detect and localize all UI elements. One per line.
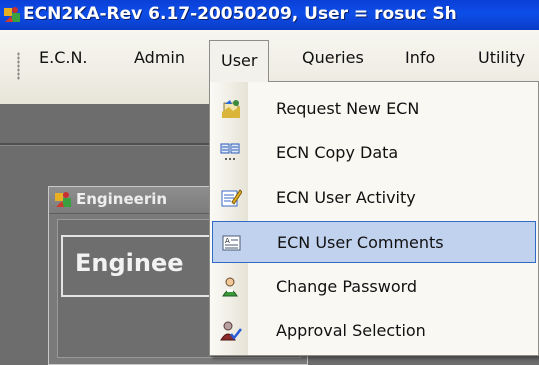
menu-item-change-password[interactable]: Change Password <box>212 266 536 308</box>
toolbar-grip[interactable] <box>17 52 20 80</box>
menu-item-ecn-user-activity[interactable]: ECN User Activity <box>212 177 536 219</box>
change-password-icon <box>222 277 238 297</box>
user-comments-icon: A <box>222 235 241 251</box>
menu-item-ecn-user-comments[interactable]: A ECN User Comments <box>212 221 536 263</box>
menu-item-ecn-copy-data[interactable]: ECN Copy Data <box>212 132 536 174</box>
menu-item-label: Approval Selection <box>276 321 426 340</box>
title-bar[interactable]: ECN2KA-Rev 6.17-20050209, User = rosuc S… <box>0 0 539 30</box>
menu-user[interactable]: User <box>209 40 270 82</box>
menu-info[interactable]: Info <box>405 38 435 78</box>
menu-item-request-new-ecn[interactable]: Request New ECN <box>212 88 536 130</box>
copy-data-icon <box>220 143 240 160</box>
menu-utility[interactable]: Utility <box>478 38 525 78</box>
user-activity-icon <box>221 189 242 207</box>
window-title: ECN2KA-Rev 6.17-20050209, User = rosuc S… <box>23 4 457 24</box>
child-heading: Enginee <box>75 249 184 277</box>
menu-ecn[interactable]: E.C.N. <box>39 38 88 78</box>
user-menu-dropdown: Request New ECN ECN Copy Data ECN User A… <box>209 81 539 356</box>
svg-text:A: A <box>225 237 230 245</box>
menu-item-label: Request New ECN <box>276 99 420 118</box>
menu-item-label: ECN User Comments <box>277 233 444 252</box>
menu-item-approval-selection[interactable]: Approval Selection <box>212 310 536 352</box>
app-icon <box>4 7 20 22</box>
child-window-icon <box>55 192 71 207</box>
menu-admin[interactable]: Admin <box>134 38 185 78</box>
menu-item-label: ECN User Activity <box>276 188 416 207</box>
child-window-title: Engineerin <box>76 190 168 208</box>
menu-item-label: Change Password <box>276 277 418 296</box>
menu-queries[interactable]: Queries <box>302 38 364 78</box>
approval-selection-icon <box>220 321 242 341</box>
menu-item-label: ECN Copy Data <box>276 143 399 162</box>
request-ecn-icon <box>222 100 240 118</box>
